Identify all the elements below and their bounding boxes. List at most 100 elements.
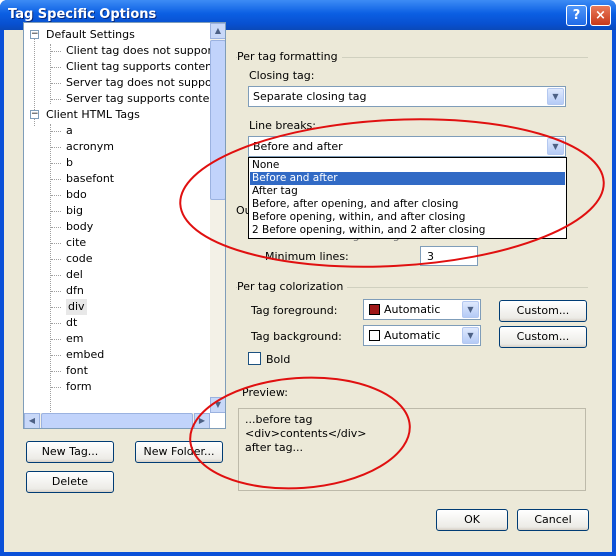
tree-connector: [51, 211, 61, 212]
chevron-down-icon[interactable]: ▼: [547, 88, 564, 105]
tree-connector: [51, 387, 61, 388]
bold-checkbox[interactable]: [248, 352, 261, 365]
background-value: Automatic: [384, 329, 441, 342]
preview-line: ...before tag: [245, 413, 313, 426]
tag-foreground-select[interactable]: Automatic ▼: [363, 299, 481, 320]
tree-item[interactable]: font: [66, 363, 88, 379]
help-button[interactable]: ?: [566, 5, 587, 26]
dropdown-option[interactable]: 2 Before opening, within, and 2 after cl…: [250, 224, 565, 237]
tree-connector: [51, 179, 61, 180]
tree-item[interactable]: a: [66, 123, 73, 139]
tree-item[interactable]: del: [66, 267, 83, 283]
tree-item[interactable]: b: [66, 155, 73, 171]
tree-item[interactable]: Client tag does not support c: [66, 43, 225, 59]
tree-item[interactable]: acronym: [66, 139, 114, 155]
tag-background-select[interactable]: Automatic ▼: [363, 325, 481, 346]
tree-item[interactable]: basefont: [66, 171, 114, 187]
scroll-thumb[interactable]: [210, 40, 225, 200]
close-button[interactable]: ×: [590, 5, 611, 26]
tree-connector: [51, 275, 61, 276]
window-title: Tag Specific Options: [8, 7, 157, 22]
tree-item[interactable]: body: [66, 219, 93, 235]
tree-item[interactable]: big: [66, 203, 83, 219]
tree-item[interactable]: bdo: [66, 187, 87, 203]
colorization-group-label: Per tag colorization: [237, 280, 348, 293]
scroll-down-icon[interactable]: ▼: [210, 397, 225, 413]
tree-connector: [51, 227, 61, 228]
background-swatch: [369, 330, 380, 341]
closing-tag-value: Separate closing tag: [253, 90, 367, 103]
ok-button[interactable]: OK: [436, 509, 508, 531]
tree-horizontal-scrollbar[interactable]: ◀ ▶: [24, 413, 210, 428]
dropdown-option[interactable]: Before, after opening, and after closing: [250, 198, 565, 211]
foreground-swatch: [369, 304, 380, 315]
tree-item[interactable]: dt: [66, 315, 77, 331]
custom-background-button[interactable]: Custom...: [499, 326, 587, 348]
dropdown-option[interactable]: None: [250, 159, 565, 172]
cancel-button[interactable]: Cancel: [517, 509, 589, 531]
formatting-group-label: Per tag formatting: [237, 50, 342, 63]
new-folder-button[interactable]: New Folder...: [135, 441, 223, 463]
tree-item[interactable]: div: [66, 299, 87, 315]
line-breaks-select[interactable]: Before and after ▼: [248, 136, 566, 157]
tree-item[interactable]: code: [66, 251, 93, 267]
tree-connector: [51, 131, 61, 132]
tree-connector: [51, 339, 61, 340]
scroll-up-icon[interactable]: ▲: [210, 23, 225, 39]
tree-connector: [51, 291, 61, 292]
tree-item[interactable]: em: [66, 331, 83, 347]
line-breaks-dropdown-list[interactable]: None Before and after After tag Before, aft…: [248, 157, 567, 239]
tree-connector: [51, 371, 61, 372]
tree-folder[interactable]: Client HTML Tags: [46, 107, 140, 123]
tree-connector: [50, 124, 51, 424]
preview-line: after tag...: [245, 441, 304, 454]
tree-vertical-scrollbar[interactable]: ▲ ▼: [210, 23, 225, 413]
tree-connector: [51, 307, 61, 308]
tag-background-label: Tag background:: [251, 330, 342, 343]
minimum-lines-input[interactable]: 3: [420, 246, 478, 266]
horizontal-scroll-thumb[interactable]: [41, 413, 193, 428]
tree-connector: [51, 51, 61, 52]
collapse-toggle-icon[interactable]: −: [30, 30, 39, 39]
tree-connector: [50, 44, 51, 104]
dropdown-option[interactable]: Before opening, within, and after closin…: [250, 211, 565, 224]
minimum-lines-label: Minimum lines:: [265, 250, 349, 263]
tree-connector: [51, 355, 61, 356]
chevron-down-icon[interactable]: ▼: [462, 301, 479, 318]
tag-tree[interactable]: − Default Settings Client tag does not sup…: [23, 22, 226, 429]
tree-item[interactable]: Server tag does not support: [66, 75, 221, 91]
tree-item[interactable]: Server tag supports contents: [66, 91, 225, 107]
collapse-toggle-icon[interactable]: −: [30, 110, 39, 119]
tree-item[interactable]: form: [66, 379, 92, 395]
tree-connector: [51, 195, 61, 196]
preview-line: <div>contents</div>: [245, 427, 367, 440]
tree-folder[interactable]: Default Settings: [46, 27, 135, 43]
line-breaks-value: Before and after: [253, 140, 343, 153]
tree-connector: [51, 67, 61, 68]
tree-connector: [51, 323, 61, 324]
preview-box: ...before tag <div>contents</div> after …: [238, 408, 586, 491]
tree-item[interactable]: embed: [66, 347, 104, 363]
minimum-lines-value: 3: [427, 250, 434, 263]
closing-tag-label: Closing tag:: [249, 69, 315, 82]
custom-foreground-button[interactable]: Custom...: [499, 300, 587, 322]
foreground-value: Automatic: [384, 303, 441, 316]
new-tag-button[interactable]: New Tag...: [26, 441, 114, 463]
chevron-down-icon[interactable]: ▼: [462, 327, 479, 344]
closing-tag-select[interactable]: Separate closing tag ▼: [248, 86, 566, 107]
chevron-down-icon[interactable]: ▼: [547, 138, 564, 155]
line-breaks-label: Line breaks:: [249, 119, 316, 132]
tree-connector: [51, 83, 61, 84]
tree-connector: [51, 259, 61, 260]
preview-label: Preview:: [242, 386, 288, 399]
tree-item[interactable]: dfn: [66, 283, 84, 299]
scroll-left-icon[interactable]: ◀: [24, 413, 40, 428]
delete-button[interactable]: Delete: [26, 471, 114, 493]
dropdown-option[interactable]: Before and after: [250, 172, 565, 185]
tag-foreground-label: Tag foreground:: [251, 304, 338, 317]
tree-item[interactable]: Client tag supports contents: [66, 59, 222, 75]
dropdown-option[interactable]: After tag: [250, 185, 565, 198]
scroll-right-icon[interactable]: ▶: [194, 413, 210, 428]
tree-connector: [51, 243, 61, 244]
tree-item[interactable]: cite: [66, 235, 86, 251]
